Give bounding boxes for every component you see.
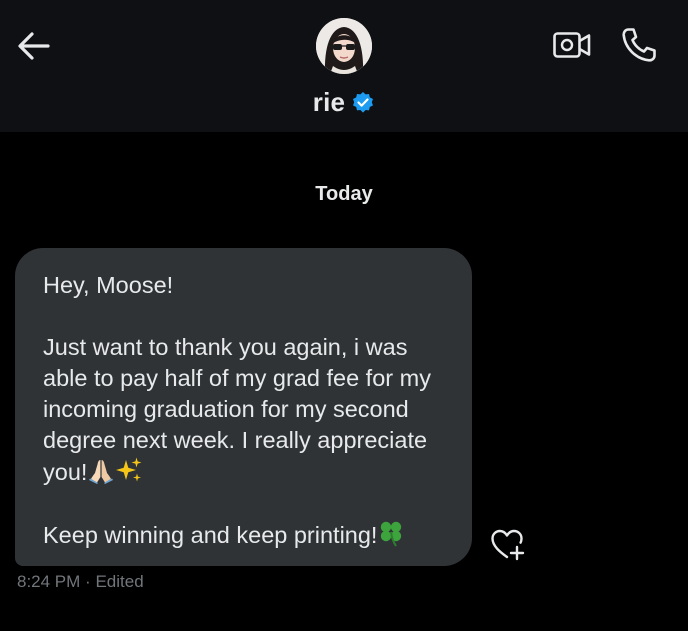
- back-button[interactable]: [14, 26, 54, 66]
- meta-separator: ·: [85, 572, 91, 591]
- message-closing-paragraph: Keep winning and keep printing!: [43, 519, 446, 551]
- add-reaction-button[interactable]: [490, 528, 526, 562]
- avatar[interactable]: [316, 18, 372, 74]
- avatar-image: [316, 18, 372, 74]
- back-arrow-icon: [18, 32, 50, 60]
- date-divider: Today: [315, 183, 373, 205]
- four-leaf-clover-emoji: [377, 519, 405, 547]
- add-reaction-heart-icon: [491, 529, 525, 561]
- contact-name-row[interactable]: rie: [0, 84, 688, 120]
- contact-name: rie: [312, 86, 346, 117]
- video-call-button[interactable]: [552, 28, 592, 62]
- conversation-header: rie: [0, 0, 688, 132]
- message-body-paragraph: Just want to thank you again, i was able…: [43, 332, 446, 488]
- verified-badge-icon: [353, 92, 374, 113]
- edited-label: Edited: [95, 572, 144, 591]
- message-closing-text: Keep winning and keep printing!: [43, 522, 378, 548]
- message-greeting: Hey, Moose!: [43, 272, 174, 298]
- message-time: 8:24 PM: [17, 572, 81, 591]
- sparkles-emoji: [115, 456, 143, 484]
- message-bubble[interactable]: Hey, Moose! Just want to thank you again…: [15, 248, 472, 566]
- video-call-icon: [553, 32, 591, 58]
- folded-hands-emoji: [87, 456, 115, 484]
- phone-call-button[interactable]: [620, 26, 658, 64]
- phone-icon: [622, 28, 656, 62]
- message-meta: 8:24 PM · Edited: [17, 572, 144, 592]
